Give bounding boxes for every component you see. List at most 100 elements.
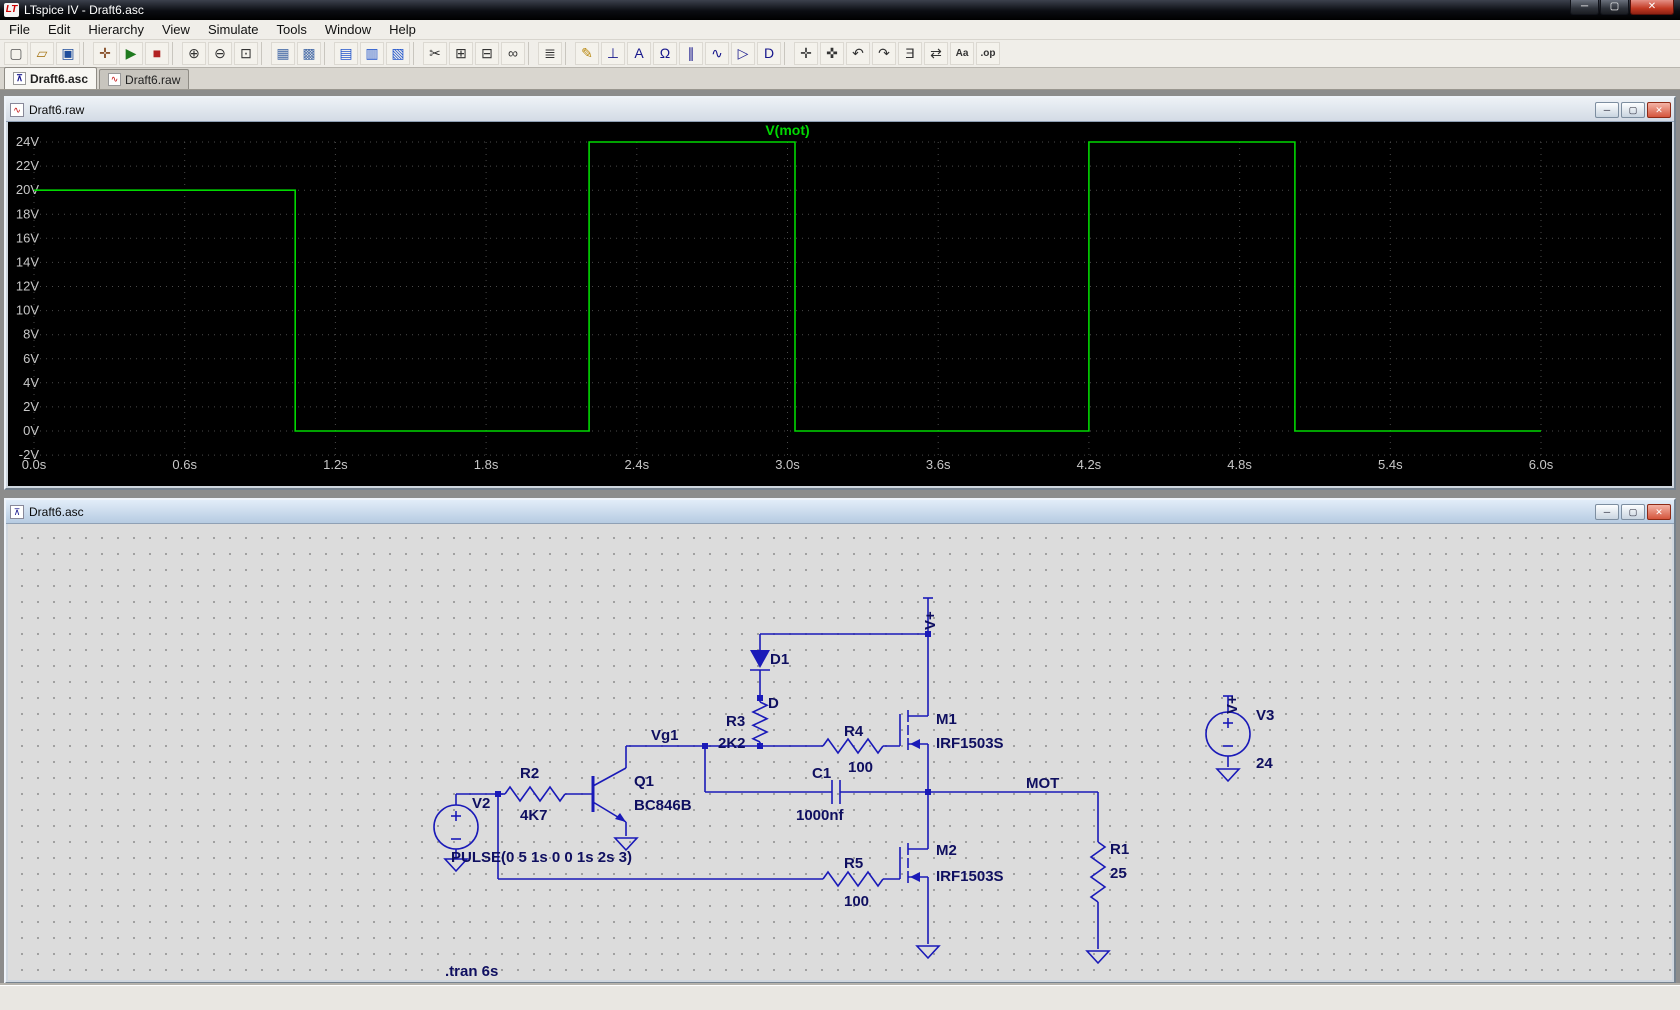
ground-symbol[interactable] <box>1217 769 1239 781</box>
find-icon[interactable]: ∞ <box>501 42 525 65</box>
maximize-button[interactable]: ▢ <box>1621 102 1645 118</box>
resistor-r1[interactable] <box>1091 842 1105 902</box>
ground-symbol[interactable] <box>1087 951 1109 963</box>
print-icon[interactable]: ≣ <box>538 42 562 65</box>
ground-symbol[interactable] <box>917 946 939 958</box>
resistor-r1-name[interactable]: R1 <box>1110 841 1129 858</box>
resistor-r2[interactable] <box>505 787 565 801</box>
maximize-button[interactable]: ▢ <box>1621 504 1645 520</box>
resistor-r3-value[interactable]: 2K2 <box>718 735 746 752</box>
zoom-area-icon[interactable]: ⊕ <box>182 42 206 65</box>
close-button[interactable]: ✕ <box>1647 504 1671 520</box>
menu-file[interactable]: File <box>0 20 39 39</box>
capacitor-c1-name[interactable]: C1 <box>812 765 831 782</box>
menu-simulate[interactable]: Simulate <box>199 20 268 39</box>
place-capacitor-icon[interactable]: ∥ <box>679 42 703 65</box>
diode-d1-name[interactable]: D1 <box>770 651 789 668</box>
run-icon[interactable]: ▶ <box>119 42 143 65</box>
resistor-r5[interactable] <box>823 872 883 886</box>
zoom-back-icon[interactable]: ⊖ <box>208 42 232 65</box>
menu-hierarchy[interactable]: Hierarchy <box>79 20 153 39</box>
cut-icon[interactable]: ✂ <box>423 42 447 65</box>
resistor-r4-value[interactable]: 100 <box>848 759 873 776</box>
menu-view[interactable]: View <box>153 20 199 39</box>
zoom-full-icon[interactable]: ⊡ <box>234 42 258 65</box>
transistor-q1-name[interactable]: Q1 <box>634 773 654 790</box>
place-label-icon[interactable]: A <box>627 42 651 65</box>
mosfet-m2-name[interactable]: M2 <box>936 842 957 859</box>
close-button[interactable]: ✕ <box>1630 0 1674 15</box>
resistor-r2-name[interactable]: R2 <box>520 765 539 782</box>
vsource-v3-value[interactable]: 24 <box>1256 755 1273 772</box>
undo-icon[interactable]: ↶ <box>846 42 870 65</box>
capacitor-c1-value[interactable]: 1000nf <box>796 807 845 824</box>
drag-icon[interactable]: ✜ <box>820 42 844 65</box>
minimize-button[interactable]: ─ <box>1595 504 1619 520</box>
resistor-r5-value[interactable]: 100 <box>844 893 869 910</box>
waveform-plot[interactable]: 24V22V20V18V16V14V12V10V8V6V4V2V0V-2V0.0… <box>8 122 1672 486</box>
transistor-q1-collector[interactable] <box>593 768 626 786</box>
grid-icon[interactable]: ▦ <box>271 42 295 65</box>
place-component-icon[interactable]: D <box>757 42 781 65</box>
mosfet-m1-name[interactable]: M1 <box>936 711 957 728</box>
minimize-button[interactable]: ─ <box>1595 102 1619 118</box>
tab-draft6.asc[interactable]: ⊼Draft6.asc <box>4 67 97 89</box>
resistor-r2-value[interactable]: 4K7 <box>520 807 548 824</box>
place-inductor-icon[interactable]: ∿ <box>705 42 729 65</box>
resistor-r3[interactable] <box>753 702 767 742</box>
open-file-icon[interactable]: ▱ <box>30 42 54 65</box>
place-diode-icon[interactable]: ▷ <box>731 42 755 65</box>
draw-wire-icon[interactable]: ✎ <box>575 42 599 65</box>
diode-d1[interactable] <box>750 650 770 668</box>
resistor-r4[interactable] <box>823 739 883 753</box>
menu-window[interactable]: Window <box>316 20 380 39</box>
close-button[interactable]: ✕ <box>1647 102 1671 118</box>
vsource-v2-value[interactable]: PULSE(0 5 1s 0 0 1s 2s 3) <box>451 849 632 866</box>
waveform-window-titlebar[interactable]: ∿ Draft6.raw ─▢✕ <box>6 98 1674 122</box>
move-icon[interactable]: ✛ <box>794 42 818 65</box>
resistor-r4-name[interactable]: R4 <box>844 723 864 740</box>
snap-icon[interactable]: ▩ <box>297 42 321 65</box>
sim-directive[interactable]: .tran 6s <box>445 963 498 980</box>
net-flag-vplus-v3[interactable]: V+ <box>1224 695 1241 714</box>
tile-horizontal-icon[interactable]: ▤ <box>334 42 358 65</box>
cascade-windows-icon[interactable]: ▧ <box>386 42 410 65</box>
place-ground-icon[interactable]: ⊥ <box>601 42 625 65</box>
tab-draft6.raw[interactable]: ∿Draft6.raw <box>99 69 189 89</box>
minimize-button[interactable]: ─ <box>1570 0 1599 15</box>
menu-tools[interactable]: Tools <box>268 20 316 39</box>
new-schematic-icon[interactable]: ▢ <box>4 42 28 65</box>
rotate-icon[interactable]: Ǝ <box>898 42 922 65</box>
copy-icon[interactable]: ⊞ <box>449 42 473 65</box>
place-resistor-icon[interactable]: Ω <box>653 42 677 65</box>
resistor-r1-value[interactable]: 25 <box>1110 865 1127 882</box>
control-panel-icon[interactable]: ✛ <box>93 42 117 65</box>
maximize-button[interactable]: ▢ <box>1600 0 1629 15</box>
tile-vertical-icon[interactable]: ▥ <box>360 42 384 65</box>
schematic-window-titlebar[interactable]: ⊼ Draft6.asc ─▢✕ <box>6 500 1674 524</box>
mosfet-m2-value[interactable]: IRF1503S <box>936 868 1004 885</box>
mirror-icon[interactable]: ⇄ <box>924 42 948 65</box>
schematic-svg[interactable]: V+ D1 D R3 2K2 Vg1 R4 100 M1 IRF1503S C1 1000nf Q1 BC… <box>8 524 1674 982</box>
vsource-v3-name[interactable]: V3 <box>1256 707 1274 724</box>
redo-icon[interactable]: ↷ <box>872 42 896 65</box>
spice-directive-icon[interactable]: .op <box>976 42 1000 65</box>
resistor-r3-name[interactable]: R3 <box>726 713 745 730</box>
halt-icon[interactable]: ■ <box>145 42 169 65</box>
net-label-mot[interactable]: MOT <box>1026 775 1059 792</box>
net-label-vg1[interactable]: Vg1 <box>651 727 679 744</box>
menu-edit[interactable]: Edit <box>39 20 79 39</box>
main-titlebar[interactable]: LT LTspice IV - Draft6.asc ─▢✕ <box>0 0 1680 20</box>
save-icon[interactable]: ▣ <box>56 42 80 65</box>
paste-icon[interactable]: ⊟ <box>475 42 499 65</box>
net-label-d[interactable]: D <box>768 695 779 712</box>
waveform-plot-svg[interactable]: 24V22V20V18V16V14V12V10V8V6V4V2V0V-2V0.0… <box>8 122 1674 488</box>
menu-help[interactable]: Help <box>380 20 425 39</box>
text-icon[interactable]: Aa <box>950 42 974 65</box>
mosfet-m1-value[interactable]: IRF1503S <box>936 735 1004 752</box>
vsource-v2-name[interactable]: V2 <box>472 795 490 812</box>
transistor-q1-value[interactable]: BC846B <box>634 797 692 814</box>
net-flag-vplus-main[interactable]: V+ <box>922 611 939 630</box>
schematic-canvas[interactable]: V+ D1 D R3 2K2 Vg1 R4 100 M1 IRF1503S C1 1000nf Q1 BC… <box>8 524 1672 980</box>
trace-label[interactable]: V(mot) <box>765 122 809 138</box>
